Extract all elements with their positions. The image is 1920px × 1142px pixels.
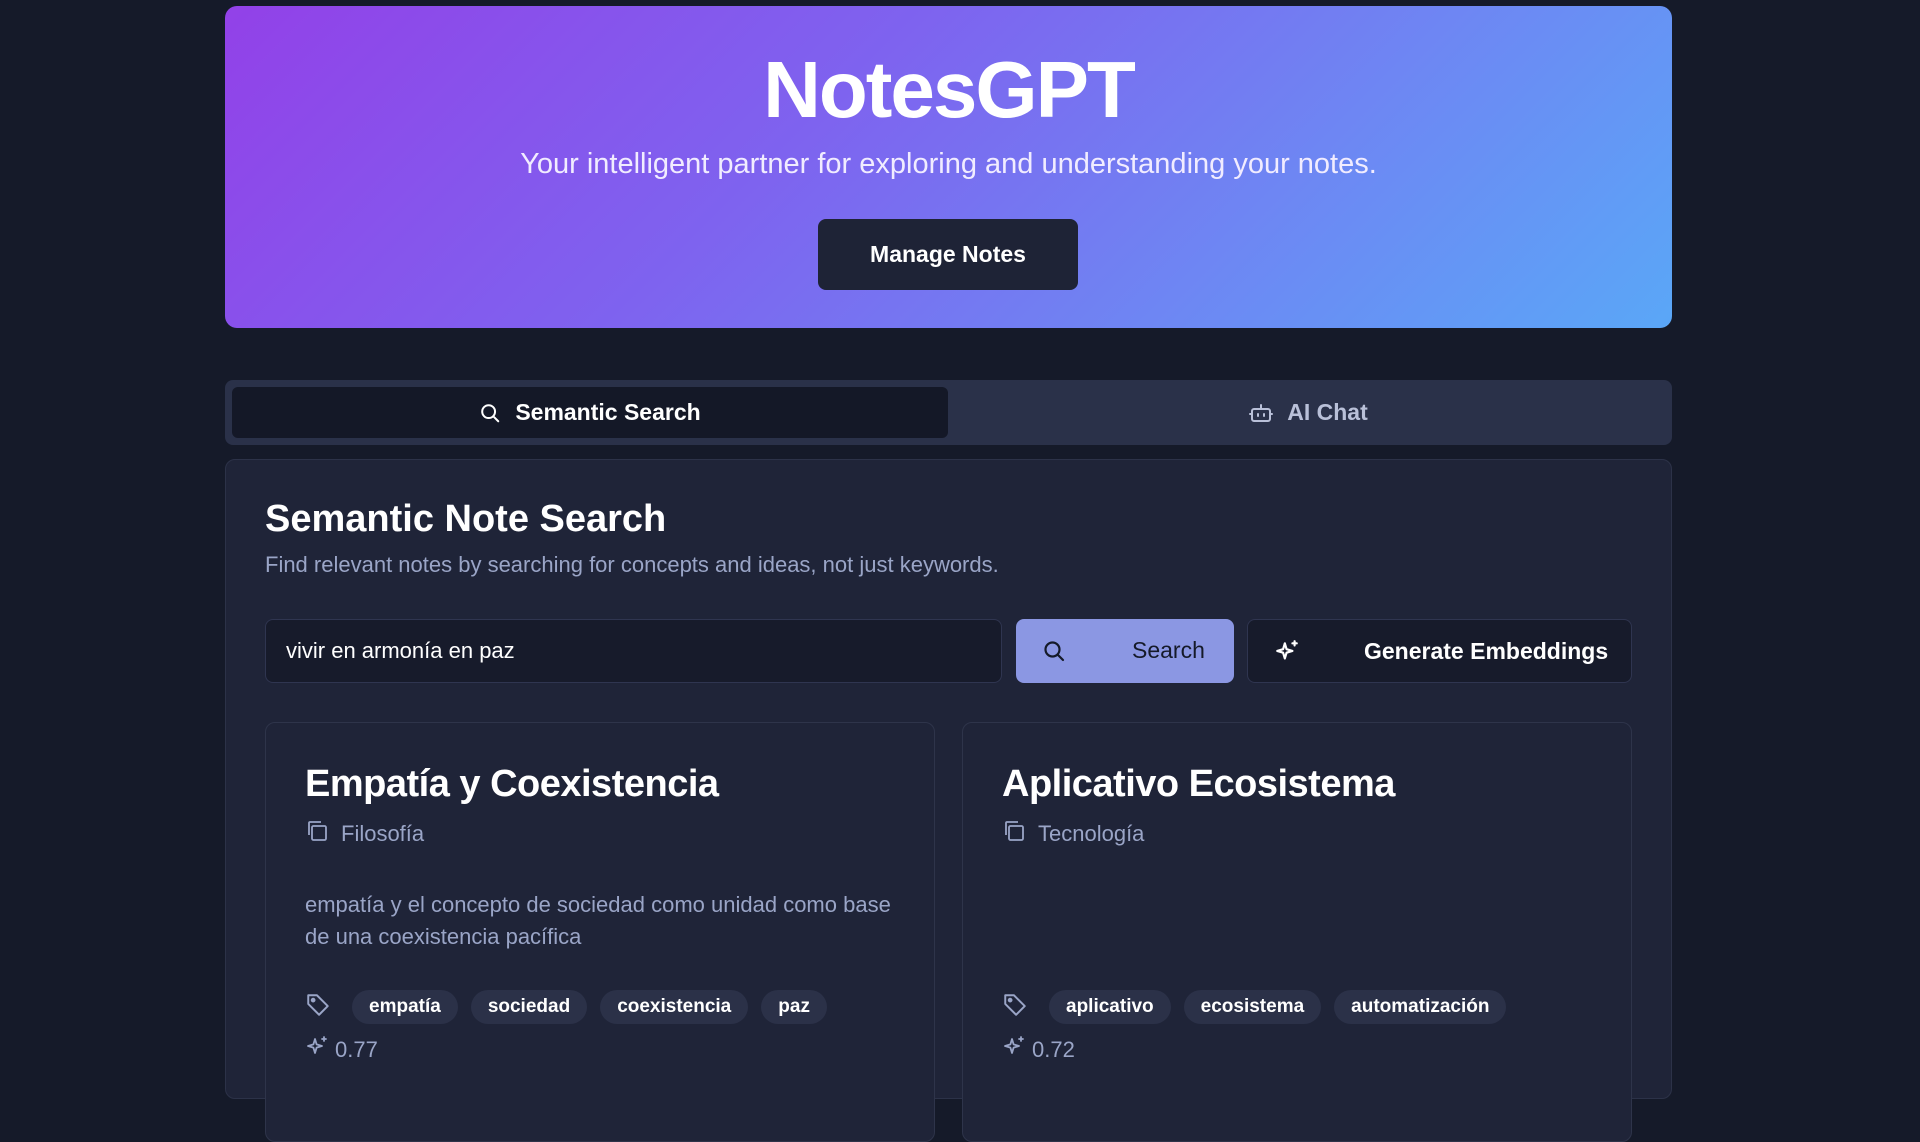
- sparkles-icon: [305, 1035, 329, 1065]
- category-label: Tecnología: [1038, 821, 1145, 846]
- search-input[interactable]: [265, 619, 1002, 683]
- score-value: 0.77: [335, 1037, 378, 1062]
- note-category: Filosofía: [305, 819, 424, 849]
- tag-chip[interactable]: coexistencia: [600, 990, 749, 1024]
- panel-title: Semantic Note Search: [265, 498, 667, 540]
- search-button[interactable]: Search: [1016, 619, 1234, 683]
- note-title: Empatía y Coexistencia: [305, 763, 719, 805]
- hero-banner: NotesGPT Your intelligent partner for ex…: [225, 6, 1672, 328]
- manage-notes-button[interactable]: Manage Notes: [818, 219, 1078, 290]
- note-category: Tecnología: [1002, 819, 1144, 849]
- note-excerpt: empatía y el concepto de sociedad como u…: [305, 892, 891, 949]
- tab-label: AI Chat: [1287, 399, 1368, 425]
- tag-icon: [305, 992, 331, 1023]
- generate-embeddings-button[interactable]: Generate Embeddings: [1247, 619, 1632, 683]
- search-icon: [1042, 639, 1066, 669]
- tag-chip[interactable]: aplicativo: [1049, 990, 1171, 1024]
- copy-icon: [1002, 819, 1026, 849]
- note-title: Aplicativo Ecosistema: [1002, 763, 1395, 805]
- tag-chip[interactable]: ecosistema: [1183, 990, 1322, 1024]
- tag-chip[interactable]: empatía: [352, 990, 458, 1024]
- app-title: NotesGPT: [763, 45, 1136, 134]
- tab-bar: Semantic Search AI Chat: [225, 380, 1672, 445]
- tag-chip[interactable]: paz: [761, 990, 827, 1024]
- sparkles-icon: [1274, 639, 1300, 671]
- tag-chip[interactable]: sociedad: [470, 990, 588, 1024]
- generate-embeddings-label: Generate Embeddings: [1364, 638, 1609, 664]
- score-value: 0.72: [1032, 1037, 1075, 1062]
- search-button-label: Search: [1132, 637, 1205, 663]
- tab-ai-chat[interactable]: AI Chat: [952, 387, 1665, 438]
- result-card[interactable]: Empatía y Coexistencia Filosofía empatía…: [265, 722, 935, 1142]
- tab-label: Semantic Search: [515, 399, 701, 425]
- tag-icon: [1002, 992, 1028, 1023]
- panel-description: Find relevant notes by searching for con…: [265, 552, 999, 577]
- app-subtitle: Your intelligent partner for exploring a…: [520, 148, 1377, 180]
- similarity-score: 0.77: [305, 1035, 378, 1065]
- tab-semantic-search[interactable]: Semantic Search: [232, 387, 948, 438]
- search-icon: [479, 402, 501, 424]
- similarity-score: 0.72: [1002, 1035, 1075, 1065]
- result-card[interactable]: Aplicativo Ecosistema Tecnología aplicat…: [962, 722, 1632, 1142]
- tag-chip[interactable]: automatización: [1334, 990, 1507, 1024]
- note-tags: empatía sociedad coexistencia paz: [305, 990, 827, 1024]
- note-tags: aplicativo ecosistema automatización: [1002, 990, 1507, 1024]
- sparkles-icon: [1002, 1035, 1026, 1065]
- semantic-search-panel: Semantic Note Search Find relevant notes…: [225, 459, 1672, 1142]
- copy-icon: [305, 819, 329, 849]
- category-label: Filosofía: [341, 821, 425, 846]
- bot-icon: [1249, 402, 1274, 424]
